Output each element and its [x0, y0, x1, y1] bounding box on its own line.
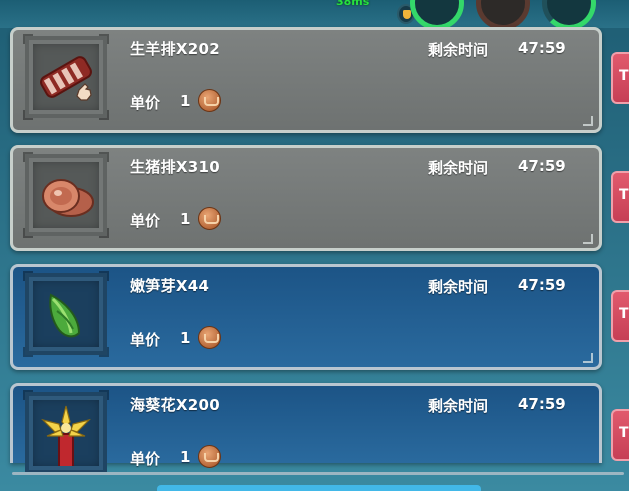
item-name: 海葵花X200	[130, 396, 220, 414]
time-remaining-value: 47:59	[518, 276, 566, 294]
listing-card[interactable]: 嫩笋芽X44 剩余时间 47:59 单价 1	[10, 264, 602, 370]
time-remaining-label: 剩余时间	[428, 397, 489, 415]
unit-price-value: 1	[180, 448, 191, 466]
top-hud: 38ms	[0, 0, 629, 30]
corner-mark-icon	[583, 234, 593, 244]
ping-readout: 38ms	[336, 0, 370, 8]
raw-pork-chop-icon	[42, 179, 94, 217]
corner-mark-icon	[583, 116, 593, 126]
unit-price-value: 1	[180, 210, 191, 228]
unit-price-label: 单价	[130, 331, 161, 349]
skill-ring-icon[interactable]	[410, 0, 464, 30]
listing-card[interactable]: 生羊排X202 剩余时间 47:59 单价 1	[10, 27, 602, 133]
item-name: 嫩笋芽X44	[130, 277, 210, 295]
list-divider	[12, 472, 624, 475]
unit-price-label: 单价	[130, 94, 161, 112]
listing-card[interactable]: 海葵花X200 剩余时间 47:59 单价 1	[10, 383, 602, 474]
buy-button[interactable]: T	[611, 52, 629, 104]
raw-lamb-chop-icon	[40, 56, 92, 101]
time-remaining-label: 剩余时间	[428, 278, 489, 296]
coin-icon	[198, 89, 221, 112]
buy-button[interactable]: T	[611, 409, 629, 461]
item-name: 生猪排X310	[130, 158, 220, 176]
listing-card[interactable]: 生猪排X310 剩余时间 47:59 单价 1	[10, 145, 602, 251]
unit-price-label: 单价	[130, 450, 161, 468]
item-frame	[23, 390, 109, 474]
bamboo-shoot-icon	[49, 293, 81, 338]
skill-ring-icon[interactable]	[476, 0, 530, 30]
unit-price-value: 1	[180, 329, 191, 347]
unit-price-label: 单价	[130, 212, 161, 230]
skill-ring-icon[interactable]	[542, 0, 596, 30]
buy-button[interactable]: T	[611, 290, 629, 342]
buy-button[interactable]: T	[611, 171, 629, 223]
coin-icon	[198, 207, 221, 230]
bottom-tab-handle[interactable]	[157, 485, 481, 491]
item-name: 生羊排X202	[130, 40, 220, 58]
coin-icon	[198, 445, 221, 468]
coin-icon	[198, 326, 221, 349]
time-remaining-value: 47:59	[518, 395, 566, 413]
unit-price-value: 1	[180, 92, 191, 110]
corner-mark-icon	[583, 353, 593, 363]
time-remaining-label: 剩余时间	[428, 159, 489, 177]
time-remaining-value: 47:59	[518, 157, 566, 175]
sea-anemone-icon	[41, 405, 91, 466]
item-frame	[23, 34, 109, 120]
item-frame	[23, 271, 109, 357]
item-frame	[23, 152, 109, 238]
time-remaining-value: 47:59	[518, 39, 566, 57]
time-remaining-label: 剩余时间	[428, 41, 489, 59]
